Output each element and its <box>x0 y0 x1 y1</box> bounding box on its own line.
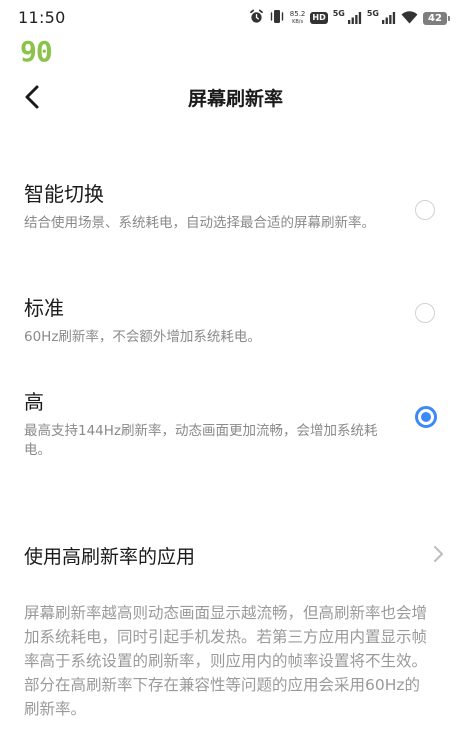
hd-label: HD <box>312 13 326 22</box>
option-title: 标准 <box>24 296 64 320</box>
radio-standard[interactable] <box>415 303 435 323</box>
option-standard[interactable]: 标准 60Hz刷新率，不会额外增加系统耗电。 <box>0 292 471 345</box>
radio-high[interactable] <box>415 406 437 428</box>
high-refresh-apps-row[interactable]: 使用高刷新率的应用 <box>0 532 471 576</box>
alarm-icon <box>249 9 264 28</box>
option-high[interactable]: 高 最高支持144Hz刷新率，动态画面更加流畅，会增加系统耗电。 <box>0 386 471 458</box>
signal-icon <box>382 9 396 28</box>
hd-volte-icon: HD <box>310 12 328 24</box>
option-description: 60Hz刷新率，不会额外增加系统耗电。 <box>24 329 261 345</box>
fps-overlay: 90 <box>20 35 53 68</box>
option-smart-switch[interactable]: 智能切换 结合使用场景、系统耗电，自动选择最合适的屏幕刷新率。 <box>0 178 471 248</box>
option-title: 智能切换 <box>24 182 104 206</box>
battery-level: 42 <box>428 12 442 24</box>
footnote-text: 屏幕刷新率越高则动态画面显示越流畅，但高刷新率也会增加系统耗电，同时引起手机发热… <box>24 604 428 718</box>
high-refresh-apps-label: 使用高刷新率的应用 <box>24 546 196 568</box>
battery-icon: 42 <box>423 11 450 25</box>
status-icons: 85.2 KB/s HD 5G 5G 42 <box>249 8 450 28</box>
option-description: 结合使用场景、系统耗电，自动选择最合适的屏幕刷新率。 <box>24 215 375 231</box>
net-speed-value: 85.2 <box>289 9 306 18</box>
vibrate-icon <box>269 9 285 28</box>
option-description: 最高支持144Hz刷新率，动态画面更加流畅，会增加系统耗电。 <box>24 423 378 458</box>
sim2-network-label: 5G <box>366 8 379 18</box>
signal-icon <box>347 9 362 28</box>
status-time: 11:50 <box>18 8 66 27</box>
wifi-icon <box>401 9 418 28</box>
page-title: 屏幕刷新率 <box>187 88 283 110</box>
sim1-network-label: 5G <box>332 8 345 18</box>
back-button[interactable] <box>18 82 48 112</box>
option-title: 高 <box>24 390 44 414</box>
chevron-right-icon <box>434 546 443 562</box>
net-speed: 85.2 KB/s <box>289 9 306 26</box>
net-speed-unit: KB/s <box>292 18 304 25</box>
status-bar: 11:50 85.2 KB/s HD 5G 5G 42 <box>0 0 471 36</box>
chevron-left-icon <box>25 85 39 109</box>
radio-smart-switch[interactable] <box>415 200 435 220</box>
